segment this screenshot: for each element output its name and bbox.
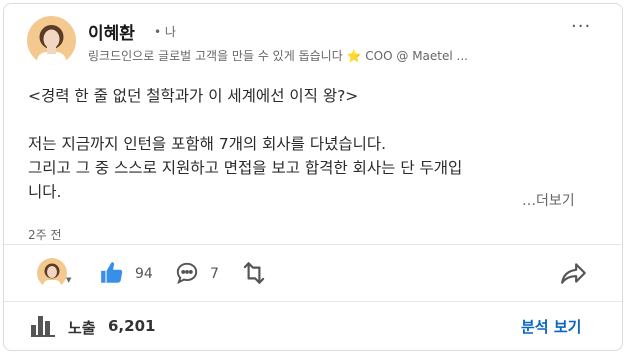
impressions-count: 6,201 <box>108 317 156 335</box>
divider <box>4 244 622 245</box>
comment-count: 7 <box>210 266 219 282</box>
view-analytics-button[interactable]: 분석 보기 <box>521 316 581 337</box>
see-more-link[interactable]: …더보기 <box>522 190 575 210</box>
comment-icon[interactable] <box>174 260 200 290</box>
repost-icon[interactable] <box>241 259 267 291</box>
content-line: 저는 지금까지 인턴을 포함해 7개의 회사를 다녔습니다. <box>28 135 387 153</box>
divider <box>4 301 622 302</box>
like-icon[interactable] <box>99 260 125 290</box>
content-line: 그리고 그 중 스스로 지원하고 면접을 보고 합격한 회사는 단 두개입 <box>28 159 463 177</box>
author-name[interactable]: 이혜환 <box>88 19 135 44</box>
share-icon[interactable] <box>560 260 588 290</box>
impressions-label: 노출 <box>68 319 96 337</box>
author-avatar[interactable] <box>27 16 76 65</box>
content-line: <경력 한 줄 없던 철학과가 이 세계에선 이직 왕?> <box>28 87 359 105</box>
like-count: 94 <box>135 266 153 282</box>
connection-degree: • 나 <box>154 25 176 39</box>
bar-chart-icon <box>30 315 56 341</box>
chevron-down-icon[interactable]: ▼ <box>66 276 71 284</box>
post-content: <경력 한 줄 없던 철학과가 이 세계에선 이직 왕?> 저는 지금까지 인턴… <box>28 84 598 204</box>
post-card: 이혜환 • 나 링크드인으로 글로벌 고객을 만들 수 있게 돕습니다 ⭐ CO… <box>3 3 623 351</box>
author-headline: 링크드인으로 글로벌 고객을 만들 수 있게 돕습니다 ⭐ COO @ Maet… <box>88 49 468 63</box>
content-line <box>28 108 598 132</box>
content-line: 니다. <box>28 183 62 201</box>
post-timestamp: 2주 전 <box>28 228 62 242</box>
more-icon[interactable]: ··· <box>571 16 591 37</box>
actor-avatar[interactable] <box>37 258 67 288</box>
